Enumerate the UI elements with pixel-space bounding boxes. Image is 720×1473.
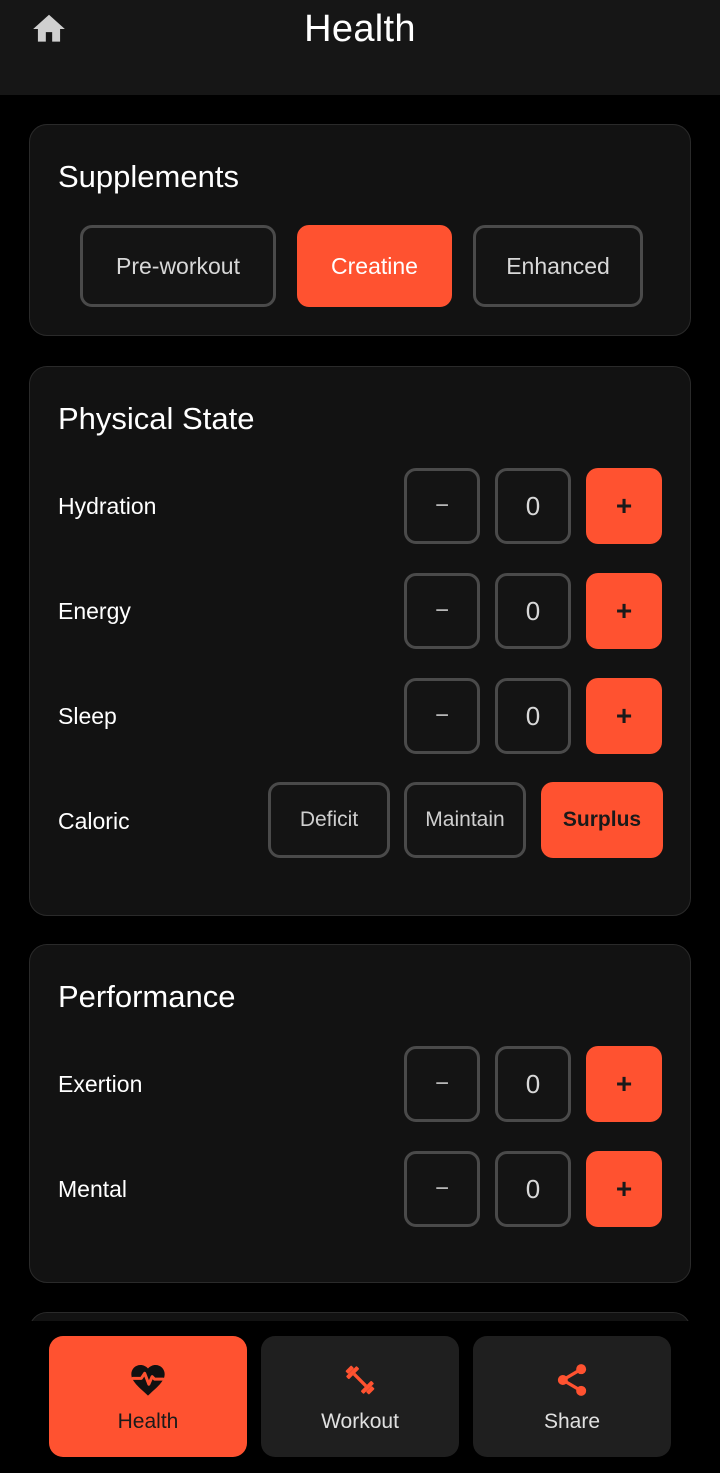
- performance-card: Performance Exertion − 0 + Mental − 0 +: [29, 944, 691, 1283]
- performance-title: Performance: [58, 979, 236, 1014]
- nav-health-label: Health: [117, 1409, 179, 1433]
- dumbbell-icon: [345, 1365, 375, 1394]
- sleep-label: Sleep: [58, 703, 117, 729]
- exertion-increment-button[interactable]: +: [586, 1046, 662, 1122]
- mental-label: Mental: [58, 1176, 128, 1202]
- hydration-increment-button[interactable]: +: [586, 468, 662, 544]
- exertion-value: 0: [495, 1046, 571, 1122]
- supplements-card: Supplements Pre-workout Creatine Enhance…: [29, 124, 691, 336]
- mental-decrement-button[interactable]: −: [404, 1151, 480, 1227]
- exertion-label: Exertion: [58, 1071, 143, 1097]
- supplements-title: Supplements: [58, 159, 239, 194]
- supplement-pre-workout[interactable]: Pre-workout: [80, 225, 276, 307]
- hydration-value: 0: [495, 468, 571, 544]
- physical-state-card: Physical State Hydration − 0 + Energy − …: [29, 366, 691, 916]
- energy-decrement-button[interactable]: −: [404, 573, 480, 649]
- caloric-deficit-button[interactable]: Deficit: [268, 782, 390, 858]
- exertion-decrement-button[interactable]: −: [404, 1046, 480, 1122]
- nav-workout-label: Workout: [321, 1409, 399, 1433]
- energy-value: 0: [495, 573, 571, 649]
- page-title: Health: [304, 8, 416, 50]
- caloric-surplus-button[interactable]: Surplus: [541, 782, 663, 858]
- nav-workout[interactable]: Workout: [261, 1336, 459, 1457]
- nav-health[interactable]: Health: [49, 1336, 247, 1457]
- sleep-decrement-button[interactable]: −: [404, 678, 480, 754]
- nav-share-label: Share: [543, 1409, 601, 1433]
- physical-state-title: Physical State: [58, 401, 255, 436]
- sleep-increment-button[interactable]: +: [586, 678, 662, 754]
- mental-value: 0: [495, 1151, 571, 1227]
- caloric-maintain-button[interactable]: Maintain: [404, 782, 526, 858]
- nav-share[interactable]: Share: [473, 1336, 671, 1457]
- energy-label: Energy: [58, 598, 131, 624]
- supplement-enhanced[interactable]: Enhanced: [473, 225, 643, 307]
- health-screen: Health Supplements Pre-workout Creatine …: [0, 0, 720, 1473]
- sleep-value: 0: [495, 678, 571, 754]
- hydration-decrement-button[interactable]: −: [404, 468, 480, 544]
- heart-pulse-icon: [131, 1364, 165, 1396]
- caloric-label: Caloric: [58, 808, 130, 834]
- energy-increment-button[interactable]: +: [586, 573, 662, 649]
- mental-increment-button[interactable]: +: [586, 1151, 662, 1227]
- bottom-nav: Health Workout Share: [0, 1321, 720, 1473]
- hydration-label: Hydration: [58, 493, 157, 519]
- share-icon: [557, 1363, 587, 1396]
- supplement-creatine[interactable]: Creatine: [297, 225, 452, 307]
- app-header: Health: [0, 0, 720, 95]
